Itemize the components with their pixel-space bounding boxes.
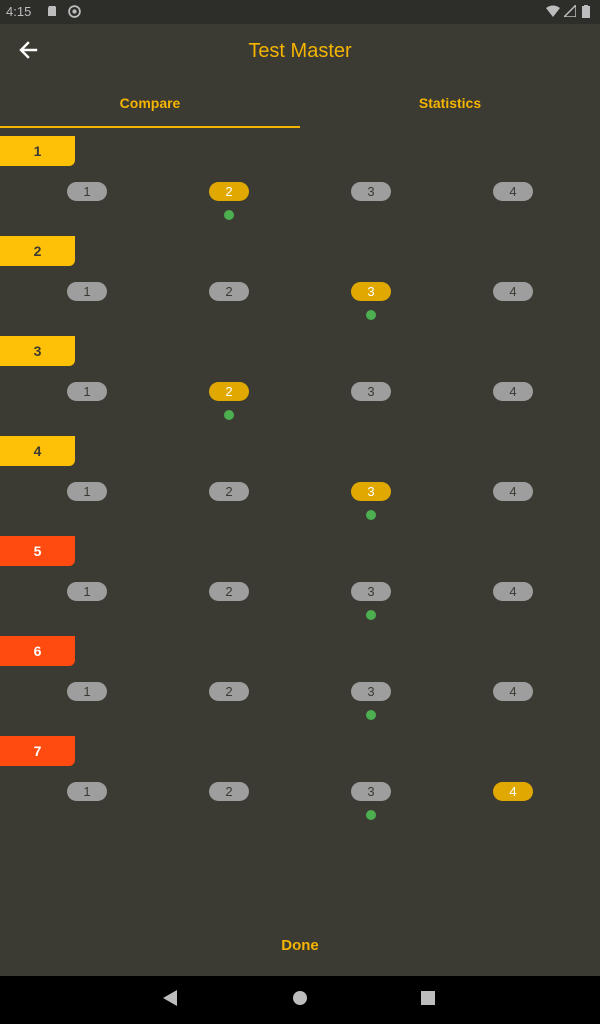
status-bar: 4:15 <box>0 0 600 24</box>
tab-statistics[interactable]: Statistics <box>300 80 600 128</box>
status-time: 4:15 <box>6 4 32 19</box>
question-row: 6 1 2 3 4 <box>0 636 600 736</box>
question-number-label: 6 <box>0 636 75 666</box>
sd-card-icon <box>46 5 58 17</box>
correct-answer-dot-icon <box>366 510 376 520</box>
tab-bar: Compare Statistics <box>0 80 600 128</box>
option-chip[interactable]: 3 <box>351 582 391 601</box>
done-button[interactable]: Done <box>250 928 350 964</box>
system-nav-bar <box>0 976 600 1024</box>
correct-answer-dot-icon <box>366 610 376 620</box>
option-chip[interactable]: 3 <box>351 482 391 501</box>
page-title: Test Master <box>248 40 352 62</box>
option-chip[interactable]: 1 <box>67 582 107 601</box>
option-chip[interactable]: 1 <box>67 782 107 801</box>
option-chip[interactable]: 3 <box>351 182 391 201</box>
question-number-label: 5 <box>0 536 75 566</box>
option-chip[interactable]: 1 <box>67 282 107 301</box>
option-chip[interactable]: 1 <box>67 682 107 701</box>
question-row: 7 1 2 3 4 <box>0 736 600 836</box>
option-chip[interactable]: 1 <box>67 182 107 201</box>
option-chip[interactable]: 3 <box>351 282 391 301</box>
option-chip[interactable]: 2 <box>209 482 249 501</box>
question-row: 3 1 2 3 4 <box>0 336 600 436</box>
option-chip[interactable]: 3 <box>351 782 391 801</box>
correct-answer-dot-icon <box>366 310 376 320</box>
correct-answer-dot-icon <box>224 210 234 220</box>
option-chip[interactable]: 4 <box>493 282 533 301</box>
sync-icon <box>68 5 81 18</box>
option-chip[interactable]: 2 <box>209 182 249 201</box>
correct-answer-dot-icon <box>366 810 376 820</box>
nav-home-button[interactable] <box>290 990 310 1010</box>
option-chip[interactable]: 2 <box>209 582 249 601</box>
tab-compare[interactable]: Compare <box>0 80 300 128</box>
question-number-label: 3 <box>0 336 75 366</box>
battery-icon <box>582 5 590 18</box>
option-chip[interactable]: 2 <box>209 382 249 401</box>
question-row: 5 1 2 3 4 <box>0 536 600 636</box>
recents-square-icon <box>420 990 436 1011</box>
option-chip[interactable]: 2 <box>209 782 249 801</box>
option-chip[interactable]: 3 <box>351 682 391 701</box>
option-chip[interactable]: 4 <box>493 782 533 801</box>
question-number-label: 7 <box>0 736 75 766</box>
app-bar: Test Master <box>0 24 600 80</box>
option-chip[interactable]: 1 <box>67 482 107 501</box>
option-chip[interactable]: 2 <box>209 282 249 301</box>
question-row: 1 1 2 3 4 <box>0 136 600 236</box>
option-chip[interactable]: 4 <box>493 682 533 701</box>
nav-recents-button[interactable] <box>418 990 438 1010</box>
question-number-label: 1 <box>0 136 75 166</box>
back-triangle-icon <box>162 989 178 1012</box>
question-row: 2 1 2 3 4 <box>0 236 600 336</box>
option-chip[interactable]: 4 <box>493 182 533 201</box>
question-row: 4 1 2 3 4 <box>0 436 600 536</box>
option-chip[interactable]: 4 <box>493 382 533 401</box>
option-chip[interactable]: 4 <box>493 582 533 601</box>
correct-answer-dot-icon <box>366 710 376 720</box>
correct-answer-dot-icon <box>224 410 234 420</box>
option-chip[interactable]: 3 <box>351 382 391 401</box>
signal-icon <box>562 3 577 18</box>
tab-indicator <box>0 126 300 128</box>
question-number-label: 2 <box>0 236 75 266</box>
question-number-label: 4 <box>0 436 75 466</box>
option-chip[interactable]: 2 <box>209 682 249 701</box>
option-chip[interactable]: 4 <box>493 482 533 501</box>
option-chip[interactable]: 1 <box>67 382 107 401</box>
nav-back-button[interactable] <box>160 989 180 1012</box>
home-circle-icon <box>292 990 308 1011</box>
wifi-icon <box>546 5 560 17</box>
